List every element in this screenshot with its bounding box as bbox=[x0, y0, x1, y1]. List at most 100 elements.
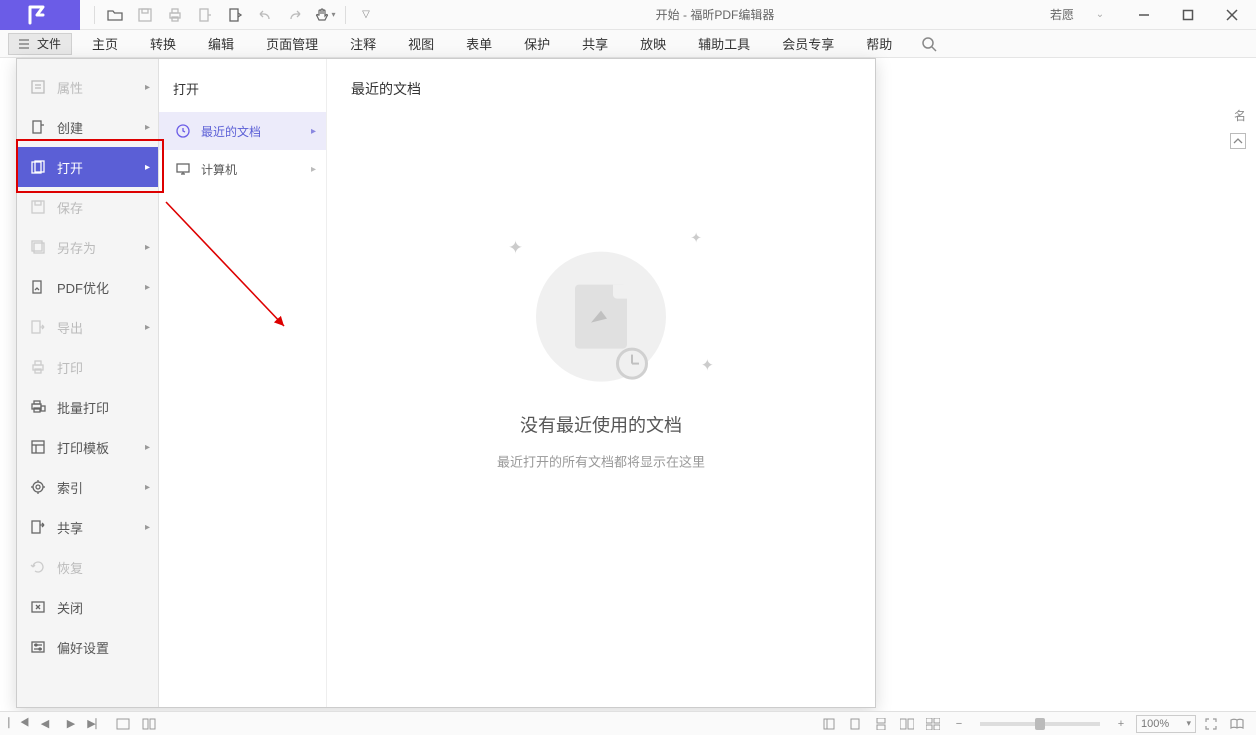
tab-page-manage[interactable]: 页面管理 bbox=[250, 30, 334, 58]
tab-home[interactable]: 主页 bbox=[76, 30, 134, 58]
file-item-close[interactable]: 关闭 bbox=[17, 587, 158, 627]
save-icon bbox=[27, 199, 49, 215]
close-icon bbox=[27, 599, 49, 615]
sb-reading-icon[interactable] bbox=[1226, 714, 1248, 734]
tab-vip[interactable]: 会员专享 bbox=[766, 30, 850, 58]
user-dropdown-icon[interactable]: ⌄ bbox=[1082, 1, 1118, 29]
file-menu-detail: 最近的文档 ✦ ✦ ✦ 没有最近使用的文档 最近打开的所有文档都将显示在这里 bbox=[327, 59, 875, 707]
search-icon[interactable] bbox=[916, 31, 942, 57]
file-item-properties[interactable]: 属性▸ bbox=[17, 67, 158, 107]
tab-protect[interactable]: 保护 bbox=[508, 30, 566, 58]
file-menu-button[interactable]: 文件 bbox=[8, 33, 72, 55]
close-button[interactable] bbox=[1214, 1, 1250, 29]
tab-share[interactable]: 共享 bbox=[566, 30, 624, 58]
empty-state: ✦ ✦ ✦ 没有最近使用的文档 最近打开的所有文档都将显示在这里 bbox=[497, 252, 705, 471]
bg-name-label: 名 bbox=[1234, 107, 1246, 124]
tab-help[interactable]: 帮助 bbox=[850, 30, 908, 58]
print-icon bbox=[27, 359, 49, 375]
sb-continuous-icon[interactable] bbox=[870, 714, 892, 734]
tab-tools[interactable]: 辅助工具 bbox=[682, 30, 766, 58]
maximize-button[interactable] bbox=[1170, 1, 1206, 29]
collapse-ribbon-icon[interactable] bbox=[1230, 133, 1246, 149]
file-item-optimize[interactable]: PDF优化▸ bbox=[17, 267, 158, 307]
titlebar: ▾ ▽ 开始 - 福昕PDF编辑器 若愿 ⌄ bbox=[0, 0, 1256, 30]
chevron-right-icon: ▸ bbox=[145, 482, 150, 493]
sb-fullscreen-icon[interactable] bbox=[1200, 714, 1222, 734]
file-item-batch-print[interactable]: 批量打印 bbox=[17, 387, 158, 427]
file-item-share[interactable]: 共享▸ bbox=[17, 507, 158, 547]
file-item-print-template[interactable]: 打印模板▸ bbox=[17, 427, 158, 467]
chevron-right-icon: ▸ bbox=[145, 122, 150, 133]
optimize-icon bbox=[27, 279, 49, 295]
file-item-save[interactable]: 保存 bbox=[17, 187, 158, 227]
chevron-right-icon: ▸ bbox=[145, 82, 150, 93]
hand-icon[interactable]: ▾ bbox=[311, 1, 339, 29]
file-item-recover[interactable]: 恢复 bbox=[17, 547, 158, 587]
sparkle-icon: ✦ bbox=[508, 238, 523, 259]
preferences-icon bbox=[27, 639, 49, 655]
tab-convert[interactable]: 转换 bbox=[134, 30, 192, 58]
file-item-index[interactable]: 索引▸ bbox=[17, 467, 158, 507]
file-item-print[interactable]: 打印 bbox=[17, 347, 158, 387]
sb-layout2-icon[interactable] bbox=[138, 714, 160, 734]
zoom-percent[interactable]: 100% bbox=[1136, 715, 1196, 733]
chevron-right-icon: ▸ bbox=[145, 322, 150, 333]
recent-docs-header: 最近的文档 bbox=[351, 79, 851, 99]
sb-first-page-icon[interactable]: ⎸◀ bbox=[8, 714, 30, 734]
zoom-slider[interactable] bbox=[980, 722, 1100, 726]
save-icon[interactable] bbox=[131, 1, 159, 29]
user-name[interactable]: 若愿 bbox=[1050, 6, 1074, 23]
sub-item-recent[interactable]: 最近的文档 ▸ bbox=[159, 112, 326, 150]
share-icon bbox=[27, 519, 49, 535]
sb-zoom-in-icon[interactable]: + bbox=[1110, 714, 1132, 734]
sparkle-icon: ✦ bbox=[690, 230, 702, 247]
tab-annotate[interactable]: 注释 bbox=[334, 30, 392, 58]
minimize-button[interactable] bbox=[1126, 1, 1162, 29]
index-icon bbox=[27, 479, 49, 495]
chevron-right-icon: ▸ bbox=[145, 442, 150, 453]
file-menu-secondary-list: 打开 最近的文档 ▸ 计算机 ▸ bbox=[159, 59, 327, 707]
sb-fitpage-icon[interactable] bbox=[818, 714, 840, 734]
redo-icon[interactable] bbox=[281, 1, 309, 29]
file-menu-panel: 属性▸ 创建▸ 打开▸ 保存 另存为▸ PDF优化▸ 导出▸ 打印 批量打印 打… bbox=[16, 58, 876, 708]
chevron-right-icon: ▸ bbox=[311, 164, 316, 175]
sb-single-icon[interactable] bbox=[844, 714, 866, 734]
sb-two-continuous-icon[interactable] bbox=[922, 714, 944, 734]
tab-view[interactable]: 视图 bbox=[392, 30, 450, 58]
empty-subtitle: 最近打开的所有文档都将显示在这里 bbox=[497, 452, 705, 471]
background-hint: 名 bbox=[876, 58, 1256, 158]
tab-edit[interactable]: 编辑 bbox=[192, 30, 250, 58]
print-icon[interactable] bbox=[161, 1, 189, 29]
properties-icon bbox=[27, 79, 49, 95]
open-icon[interactable] bbox=[101, 1, 129, 29]
sb-prev-page-icon[interactable]: ◀ bbox=[34, 714, 56, 734]
statusbar: ⎸◀ ◀ ▶ ▶⎸ − + 100% bbox=[0, 711, 1256, 735]
file-menu-primary-list: 属性▸ 创建▸ 打开▸ 保存 另存为▸ PDF优化▸ 导出▸ 打印 批量打印 打… bbox=[17, 59, 159, 707]
qat-dropdown-icon[interactable]: ▽ bbox=[352, 1, 380, 29]
chevron-right-icon: ▸ bbox=[311, 126, 316, 137]
open-subheader: 打开 bbox=[159, 79, 326, 112]
sb-zoom-out-icon[interactable]: − bbox=[948, 714, 970, 734]
sb-next-page-icon[interactable]: ▶ bbox=[60, 714, 82, 734]
sb-layout1-icon[interactable] bbox=[112, 714, 134, 734]
undo-icon[interactable] bbox=[251, 1, 279, 29]
chevron-right-icon: ▸ bbox=[145, 282, 150, 293]
file-item-saveas[interactable]: 另存为▸ bbox=[17, 227, 158, 267]
sb-two-page-icon[interactable] bbox=[896, 714, 918, 734]
file-item-preferences[interactable]: 偏好设置 bbox=[17, 627, 158, 667]
empty-title: 没有最近使用的文档 bbox=[520, 412, 682, 438]
sub-item-computer[interactable]: 计算机 ▸ bbox=[159, 150, 326, 188]
window-title: 开始 - 福昕PDF编辑器 bbox=[380, 6, 1050, 23]
page-prev-icon[interactable] bbox=[191, 1, 219, 29]
saveas-icon bbox=[27, 239, 49, 255]
batch-print-icon bbox=[27, 399, 49, 415]
tab-form[interactable]: 表单 bbox=[450, 30, 508, 58]
page-next-icon[interactable] bbox=[221, 1, 249, 29]
file-menu-label: 文件 bbox=[37, 35, 61, 52]
tab-present[interactable]: 放映 bbox=[624, 30, 682, 58]
create-icon bbox=[27, 119, 49, 135]
file-item-create[interactable]: 创建▸ bbox=[17, 107, 158, 147]
sb-last-page-icon[interactable]: ▶⎸ bbox=[86, 714, 108, 734]
file-item-open[interactable]: 打开▸ bbox=[17, 147, 158, 187]
file-item-export[interactable]: 导出▸ bbox=[17, 307, 158, 347]
